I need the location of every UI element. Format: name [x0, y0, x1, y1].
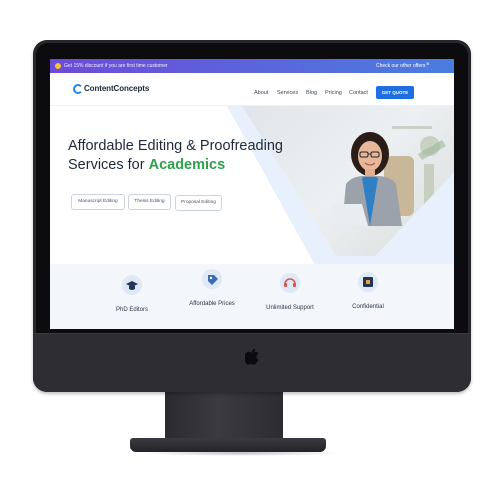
features-band: PhD Editors Affordable Prices Unlimited … — [50, 264, 454, 329]
feature-confidential: Confidential — [328, 272, 408, 310]
nav-blog[interactable]: Blog — [306, 90, 317, 96]
logo-text: ContentConcepts — [84, 84, 150, 93]
promo-message: Get 15% discount if you are first time c… — [64, 63, 168, 69]
price-tag-icon — [202, 269, 222, 289]
monitor-stand-base — [130, 438, 326, 452]
feature-affordable-prices: Affordable Prices — [172, 269, 252, 307]
close-icon[interactable]: × — [426, 62, 430, 68]
nav-pricing[interactable]: Pricing — [325, 90, 342, 96]
hero-heading-prefix: Services for — [68, 157, 149, 173]
monitor-chin — [33, 333, 471, 392]
woman-portrait — [332, 132, 414, 226]
logo-mark-icon — [73, 84, 83, 94]
proposal-editing-button[interactable]: Proposal Editing — [175, 195, 222, 211]
nav-about[interactable]: About — [254, 90, 268, 96]
feature-label: Affordable Prices — [189, 301, 235, 307]
feature-label: Confidential — [352, 304, 384, 310]
get-quote-button[interactable]: GET QUOTE — [376, 86, 414, 99]
site-header: ContentConcepts About Services Blog Pric… — [50, 73, 454, 106]
nav-services[interactable]: Services — [277, 90, 298, 96]
apple-logo-icon — [245, 348, 259, 365]
nav-contact[interactable]: Contact — [349, 90, 368, 96]
thesis-editing-button[interactable]: Thesis Editing — [128, 194, 171, 210]
feature-label: PhD Editors — [115, 307, 148, 313]
graduation-cap-icon — [122, 275, 142, 295]
feature-label: Unlimited Support — [266, 305, 314, 311]
website-screen: Get 15% discount if you are first time c… — [50, 59, 454, 329]
feature-unlimited-support: Unlimited Support — [250, 273, 330, 311]
other-offers-link[interactable]: Check our other offers — [376, 63, 425, 69]
hero-heading-line1: Affordable Editing & Proofreading — [68, 138, 283, 154]
hero-heading: Affordable Editing & Proofreading Servic… — [68, 137, 283, 175]
lock-icon — [358, 272, 378, 292]
hero-heading-line2: Services for Academics — [68, 156, 283, 175]
feature-phd-editors: PhD Editors — [92, 275, 172, 313]
hero-section: Affordable Editing & Proofreading Servic… — [50, 106, 454, 264]
info-dot-icon — [55, 63, 61, 69]
headset-icon — [280, 273, 300, 293]
manuscript-editing-button[interactable]: Manuscript Editing — [71, 194, 125, 210]
hero-heading-accent: Academics — [148, 157, 226, 173]
promo-bar: Get 15% discount if you are first time c… — [50, 59, 454, 73]
